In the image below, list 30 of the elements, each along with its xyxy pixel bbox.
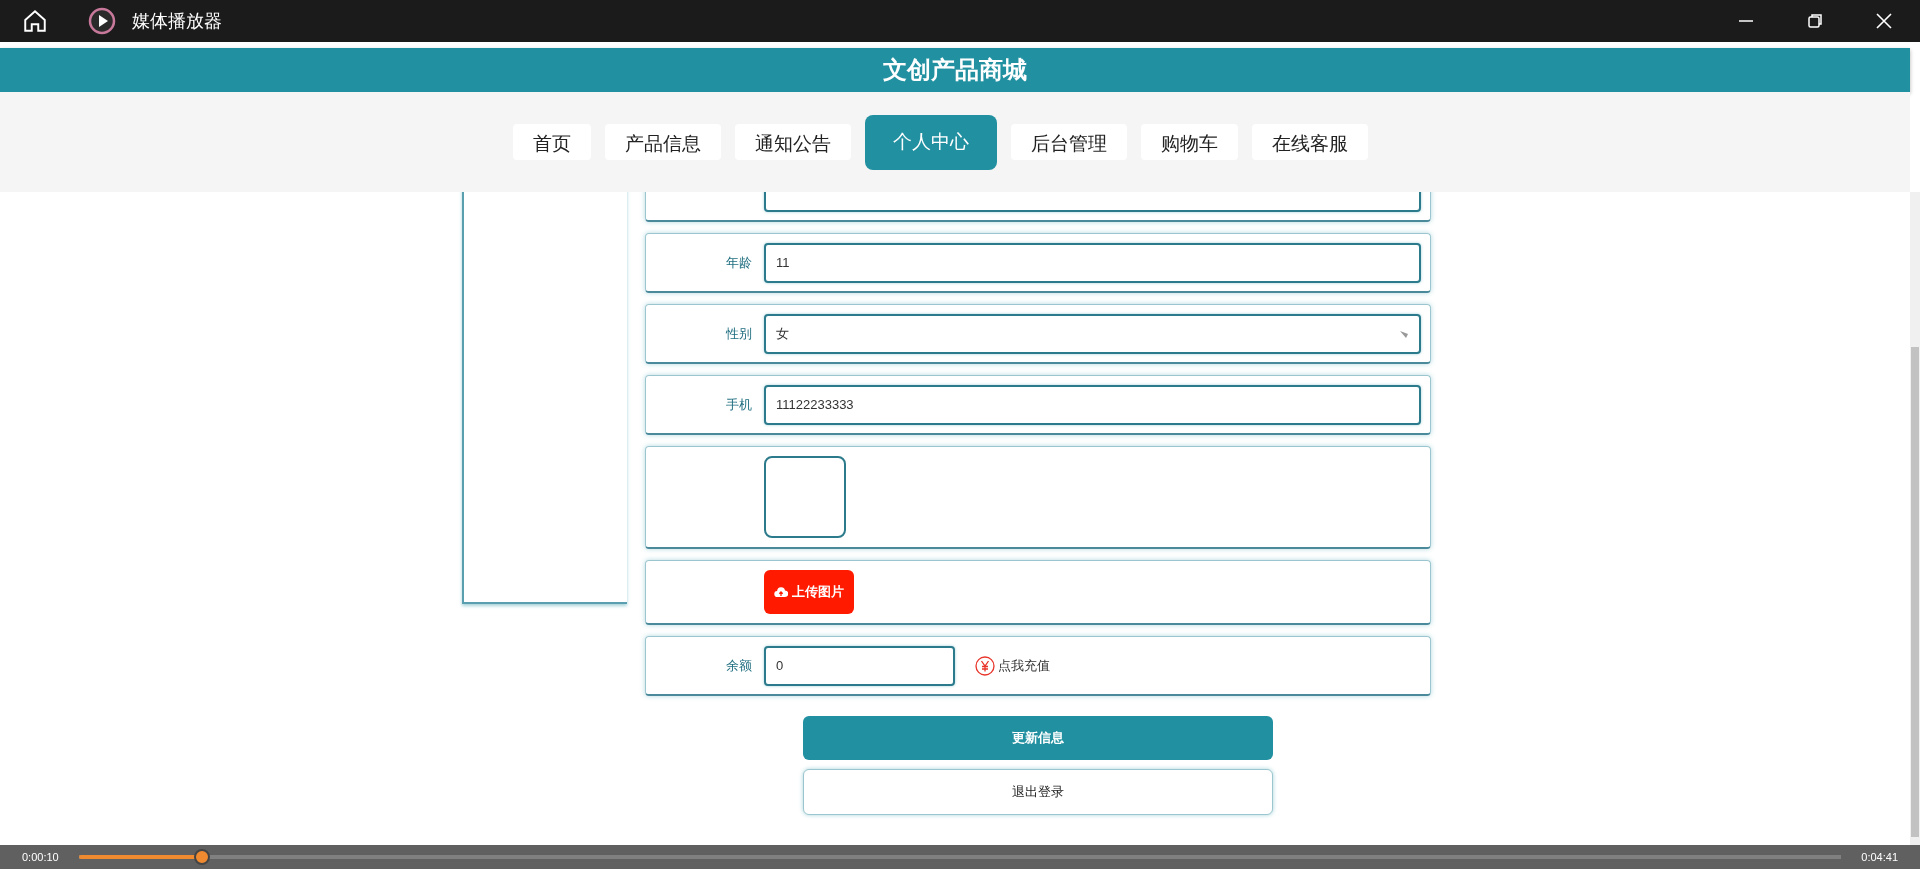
yen-icon[interactable] [975, 655, 995, 676]
input-field[interactable]: 0 [764, 645, 955, 686]
select-field[interactable]: 女 [764, 313, 1421, 354]
update-button[interactable]: 更新信息 [803, 716, 1273, 760]
field-label: 余额 [725, 656, 752, 675]
nav-tab[interactable]: 个人中心 [864, 114, 997, 170]
input-field[interactable]: 11 [764, 242, 1421, 283]
home-icon[interactable] [22, 8, 48, 34]
play-logo-icon [88, 7, 116, 35]
nav-tab[interactable]: 购物车 [1140, 124, 1238, 160]
nav-tab[interactable]: 后台管理 [1010, 124, 1127, 160]
cloud-upload-icon [774, 586, 788, 598]
field-label: 手机 [725, 395, 752, 414]
nav-tab[interactable]: 首页 [512, 124, 591, 160]
nav-tab[interactable]: 通知公告 [734, 124, 851, 160]
window-title: 媒体播放器 [132, 10, 222, 33]
scrollbar[interactable] [1910, 192, 1920, 845]
logout-button[interactable]: 退出登录 [803, 769, 1273, 815]
total-time: 0:04:41 [1861, 851, 1898, 863]
nav-tab[interactable]: 产品信息 [604, 124, 721, 160]
upload-button[interactable]: 上传图片 [764, 570, 854, 614]
recharge-link[interactable]: 点我充值 [998, 656, 1050, 675]
caret-icon [1399, 328, 1409, 339]
nav-tab[interactable]: 在线客服 [1251, 124, 1368, 160]
input-field[interactable]: 11122233333 [764, 384, 1421, 425]
seek-handle[interactable] [194, 849, 211, 865]
site-title: 文创产品商城 [883, 55, 1027, 85]
field-label: 性别 [725, 324, 752, 343]
elapsed-time: 0:00:10 [22, 851, 59, 863]
field-label: 年龄 [725, 253, 752, 272]
